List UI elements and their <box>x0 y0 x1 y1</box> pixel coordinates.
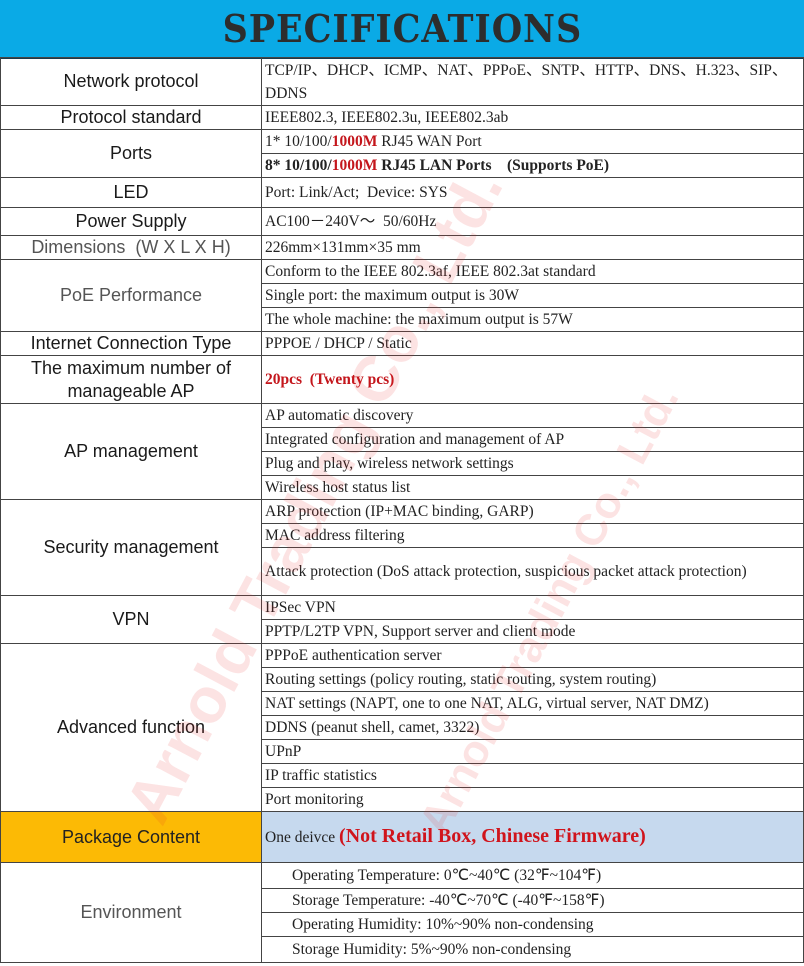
row-value: Plug and play, wireless network settings <box>261 451 804 476</box>
row-value: AC100－240V～ 50/60Hz <box>261 207 804 236</box>
row-value: TCP/IP、DHCP、ICMP、NAT、PPPoE、SNTP、HTTP、DNS… <box>261 57 804 106</box>
row-label: Internet Connection Type <box>0 331 262 356</box>
table-row-environment: Environment Operating Temperature: 0℃~40… <box>0 862 804 963</box>
table-row-ap-management: AP management AP automatic discovery <box>0 403 804 500</box>
table-row-power-supply: Power Supply AC100－240V～ 50/60Hz <box>0 207 804 236</box>
lan-count: 8* 10/100/ <box>265 157 332 174</box>
row-label: Advanced function <box>0 643 262 812</box>
row-label: The maximum number of manageable AP <box>0 355 262 404</box>
row-value: Attack protection (DoS attack protection… <box>261 547 804 596</box>
row-value: 226mm×131mm×35 mm <box>261 235 804 260</box>
wan-rest: RJ45 WAN Port <box>377 133 482 150</box>
row-label: Security management <box>0 499 262 596</box>
table-row-protocol-standard: Protocol standard IEEE802.3, IEEE802.3u,… <box>0 105 804 130</box>
row-value: Storage Humidity: 5%~90% non-condensing <box>261 936 804 963</box>
wan-count: 1* 10/100/ <box>265 133 332 150</box>
row-value: Conform to the IEEE 802.3af, IEEE 802.3a… <box>261 259 804 284</box>
row-value: MAC address filtering <box>261 523 804 548</box>
table-row-dimensions: Dimensions (W X L X H) 226mm×131mm×35 mm <box>0 235 804 260</box>
table-row-max-ap: The maximum number of manageable AP 20pc… <box>0 355 804 404</box>
row-value: IP traffic statistics <box>261 763 804 788</box>
row-value: Port monitoring <box>261 787 804 812</box>
row-value: IPSec VPN <box>261 595 804 620</box>
row-value: PPPoE authentication server <box>261 643 804 668</box>
lan-rest: RJ45 LAN Ports (Supports PoE) <box>377 157 610 174</box>
row-value: 20pcs (Twenty pcs) <box>261 355 804 404</box>
row-value: Integrated configuration and management … <box>261 427 804 452</box>
table-row-vpn: VPN IPSec VPN <box>0 595 804 644</box>
table-row-led: LED Port: Link/Act; Device: SYS <box>0 177 804 208</box>
row-label: Environment <box>0 862 262 963</box>
row-value: Port: Link/Act; Device: SYS <box>261 177 804 208</box>
row-value: 8* 10/100/1000M RJ45 LAN Ports (Supports… <box>261 153 804 178</box>
package-plain: One deivce <box>265 829 340 846</box>
row-value: ARP protection (IP+MAC binding, GARP) <box>261 499 804 524</box>
row-label: Ports <box>0 129 262 178</box>
row-label: Protocol standard <box>0 105 262 130</box>
row-value: Routing settings (policy routing, static… <box>261 667 804 692</box>
lan-speed: 1000M <box>331 157 378 174</box>
table-row-security: Security management ARP protection (IP+M… <box>0 499 804 596</box>
row-value: UPnP <box>261 739 804 764</box>
table-row-ports-wan: Ports 1* 10/100/1000M RJ45 WAN Port <box>0 129 804 178</box>
row-value: Operating Humidity: 10%~90% non-condensi… <box>261 912 804 937</box>
table-row-internet-connection: Internet Connection Type PPPOE / DHCP / … <box>0 331 804 356</box>
title-banner: SPECIFICATIONS <box>0 0 804 59</box>
row-value: Single port: the maximum output is 30W <box>261 283 804 308</box>
row-value: 1* 10/100/1000M RJ45 WAN Port <box>261 129 804 154</box>
table-row-advanced: Advanced function PPPoE authentication s… <box>0 643 804 812</box>
row-value: DDNS (peanut shell, camet, 3322) <box>261 715 804 740</box>
row-value: PPTP/L2TP VPN, Support server and client… <box>261 619 804 644</box>
row-label: AP management <box>0 403 262 500</box>
row-value: Storage Temperature: -40℃~70℃ (-40℉~158℉… <box>261 888 804 913</box>
row-value: PPPOE / DHCP / Static <box>261 331 804 356</box>
table-row-network-protocol: Network protocol TCP/IP、DHCP、ICMP、NAT、PP… <box>0 57 804 106</box>
row-label: Power Supply <box>0 207 262 236</box>
specifications-table: Network protocol TCP/IP、DHCP、ICMP、NAT、PP… <box>0 57 804 963</box>
row-value: NAT settings (NAPT, one to one NAT, ALG,… <box>261 691 804 716</box>
package-highlight: (Not Retail Box, Chinese Firmware) <box>339 825 646 847</box>
page-title: SPECIFICATIONS <box>222 6 582 51</box>
row-value: The whole machine: the maximum output is… <box>261 307 804 332</box>
row-value: One deivce (Not Retail Box, Chinese Firm… <box>261 811 804 863</box>
row-label: Network protocol <box>0 57 262 106</box>
row-label: VPN <box>0 595 262 644</box>
row-value: AP automatic discovery <box>261 403 804 428</box>
row-label: Dimensions (W X L X H) <box>0 235 262 260</box>
row-label: LED <box>0 177 262 208</box>
table-row-package: Package Content One deivce (Not Retail B… <box>0 811 804 863</box>
row-value: Operating Temperature: 0℃~40℃ (32℉~104℉) <box>261 862 804 889</box>
row-value: IEEE802.3, IEEE802.3u, IEEE802.3ab <box>261 105 804 130</box>
table-row-poe: PoE Performance Conform to the IEEE 802.… <box>0 259 804 332</box>
row-value: Wireless host status list <box>261 475 804 500</box>
row-label: PoE Performance <box>0 259 262 332</box>
wan-speed: 1000M <box>331 133 378 150</box>
row-label: Package Content <box>0 811 262 863</box>
